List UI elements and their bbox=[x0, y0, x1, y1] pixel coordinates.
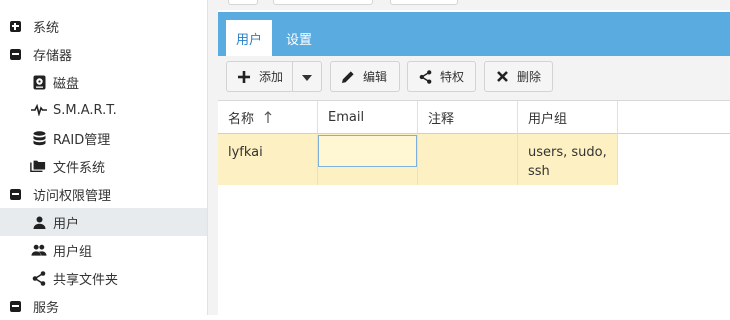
tab-settings[interactable]: 设置 bbox=[276, 20, 322, 56]
sidebar-item-access-rights[interactable]: 访问权限管理 bbox=[0, 180, 207, 208]
delete-button-label: 删除 bbox=[517, 70, 542, 84]
minus-square-icon[interactable] bbox=[7, 298, 23, 314]
add-dropdown-toggle[interactable] bbox=[292, 62, 321, 91]
sidebar-item-label: 文件系统 bbox=[53, 160, 106, 176]
delete-button[interactable]: 删除 bbox=[484, 61, 553, 92]
column-header-comment[interactable]: 注释 bbox=[418, 101, 518, 134]
sidebar-item-label: 磁盘 bbox=[53, 76, 80, 92]
privileges-button-label: 特权 bbox=[440, 70, 465, 84]
sidebar-item-label: 存储器 bbox=[33, 48, 73, 64]
sidebar-item-label: 用户 bbox=[53, 216, 80, 232]
privileges-button[interactable]: 特权 bbox=[407, 61, 476, 92]
sidebar-item-label: 服务 bbox=[33, 300, 60, 316]
sidebar-item-label: 用户组 bbox=[53, 244, 93, 260]
sidebar-item-smart[interactable]: S.M.A.R.T. bbox=[0, 96, 207, 124]
add-button[interactable]: 添加 bbox=[226, 61, 322, 92]
top-button-remnant[interactable] bbox=[273, 0, 373, 5]
sidebar-item-label: 访问权限管理 bbox=[33, 188, 112, 204]
cell-comment[interactable] bbox=[418, 134, 518, 185]
top-toolbar-remnant bbox=[208, 0, 730, 10]
top-button-remnant[interactable] bbox=[390, 0, 458, 5]
add-button-label: 添加 bbox=[259, 70, 284, 84]
sidebar-item-raid[interactable]: RAID管理 bbox=[0, 124, 207, 152]
column-header-filler bbox=[618, 101, 730, 134]
cell-name[interactable]: lyfkai bbox=[218, 134, 318, 185]
top-button-remnant[interactable] bbox=[228, 0, 258, 5]
share-icon bbox=[418, 69, 432, 84]
plus-icon bbox=[237, 70, 251, 84]
cell-groups-line: ssh bbox=[528, 164, 550, 179]
panel-gutter bbox=[208, 0, 218, 315]
sidebar-item-services[interactable]: 服务 bbox=[0, 292, 207, 320]
database-icon bbox=[31, 130, 47, 146]
sidebar-item-label: 系统 bbox=[33, 20, 60, 36]
cell-groups-line: users, sudo, bbox=[528, 145, 607, 160]
sidebar-item-system[interactable]: 系统 bbox=[0, 12, 207, 40]
main-panel: 用户 设置 添加 编辑 特权 删除 名称 Email 注释 用户组 lyfkai… bbox=[218, 12, 730, 315]
share-icon bbox=[31, 270, 47, 286]
sidebar-item-label: S.M.A.R.T. bbox=[53, 102, 117, 118]
column-header-groups[interactable]: 用户组 bbox=[518, 101, 618, 134]
user-icon bbox=[31, 214, 47, 230]
disk-icon bbox=[31, 74, 47, 90]
sidebar-item-filesystems[interactable]: 文件系统 bbox=[0, 152, 207, 180]
sidebar-item-users[interactable]: 用户 bbox=[0, 208, 207, 236]
plus-square-icon[interactable] bbox=[7, 18, 23, 34]
sidebar-item-disks[interactable]: 磁盘 bbox=[0, 68, 207, 96]
sidebar-item-shared-folders[interactable]: 共享文件夹 bbox=[0, 264, 207, 292]
caret-down-icon bbox=[302, 70, 312, 84]
edit-button[interactable]: 编辑 bbox=[330, 61, 400, 92]
close-icon bbox=[495, 70, 509, 84]
pencil-icon bbox=[341, 70, 355, 84]
sidebar-item-storage[interactable]: 存储器 bbox=[0, 40, 207, 68]
folders-icon bbox=[30, 158, 46, 174]
minus-square-icon[interactable] bbox=[7, 186, 23, 202]
cell-email[interactable] bbox=[318, 135, 417, 167]
toolbar: 添加 编辑 特权 删除 bbox=[218, 56, 730, 101]
tab-users[interactable]: 用户 bbox=[226, 20, 273, 56]
column-header-name[interactable]: 名称 bbox=[218, 101, 318, 134]
sort-ascending-icon bbox=[264, 111, 272, 123]
minus-square-icon[interactable] bbox=[7, 46, 23, 62]
sidebar-item-groups[interactable]: 用户组 bbox=[0, 236, 207, 264]
sidebar-item-label: RAID管理 bbox=[53, 132, 111, 148]
edit-button-label: 编辑 bbox=[363, 70, 388, 84]
pulse-icon bbox=[31, 102, 47, 118]
sidebar-item-label: 共享文件夹 bbox=[53, 272, 119, 288]
sidebar-nav: 系统 存储器 磁盘 S.M.A.R.T. RAID管理 文件系统 访问权限管理 bbox=[0, 0, 208, 316]
cell-groups[interactable]: users, sudo, ssh bbox=[518, 134, 618, 185]
tab-bar: 用户 设置 bbox=[218, 12, 730, 56]
column-header-email[interactable]: Email bbox=[318, 101, 418, 134]
users-icon bbox=[31, 242, 47, 258]
